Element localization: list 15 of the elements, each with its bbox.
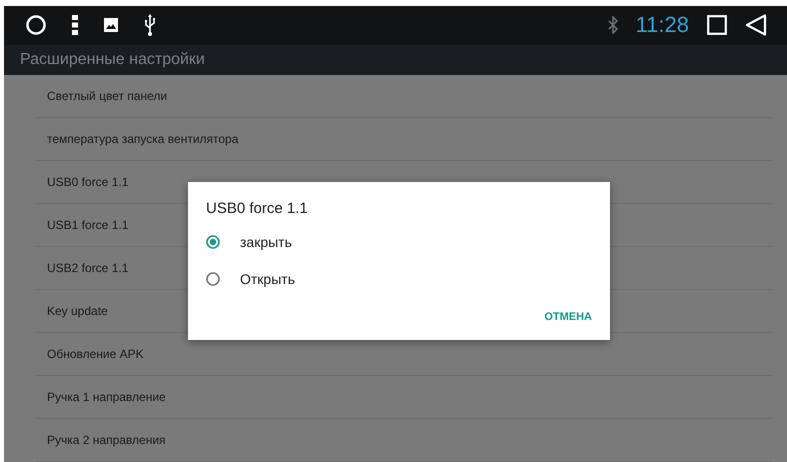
settings-item[interactable]: Ручка 2 направления	[47, 433, 166, 447]
screen-title: Расширенные настройки	[20, 50, 205, 69]
settings-item[interactable]: USB1 force 1.1	[47, 218, 128, 232]
settings-item[interactable]: Обновление APK	[47, 347, 144, 361]
dialog-title: USB0 force 1.1	[206, 200, 309, 217]
clock-time: 11:28	[636, 12, 689, 38]
radio-option[interactable]: закрыть	[206, 223, 292, 260]
settings-item[interactable]: USB2 force 1.1	[47, 261, 128, 275]
radio-option[interactable]: Открыть	[206, 260, 295, 297]
cancel-button[interactable]: ОТМЕНА	[544, 307, 592, 327]
settings-item[interactable]: температура запуска вентилятора	[47, 132, 238, 146]
settings-item[interactable]: Key update	[47, 304, 108, 318]
settings-item[interactable]: USB0 force 1.1	[47, 175, 128, 189]
settings-item[interactable]: Ручка 1 направление	[47, 390, 166, 404]
settings-item[interactable]: Светлый цвет панели	[47, 89, 168, 103]
